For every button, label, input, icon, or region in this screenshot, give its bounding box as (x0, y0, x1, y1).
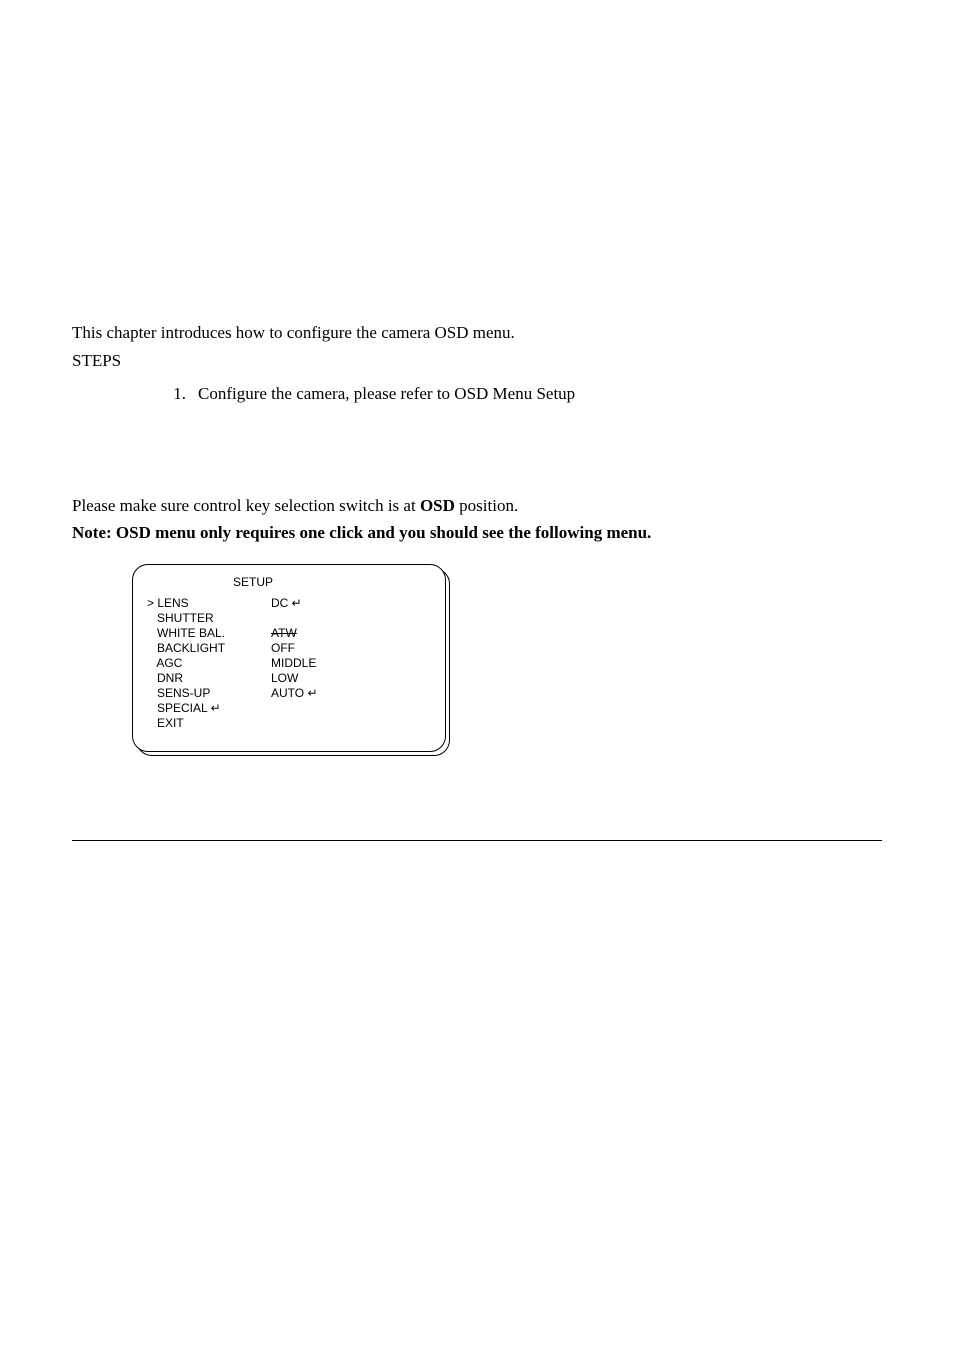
osd-left: SENS-UP (147, 686, 271, 701)
osd-right: OFF (271, 641, 295, 656)
intro-text: This chapter introduces how to configure… (72, 320, 882, 346)
divider (72, 840, 882, 841)
osd-right: LOW (271, 671, 298, 686)
osd-left: AGC (147, 656, 271, 671)
osd-left: EXIT (147, 716, 271, 731)
osd-left: SHUTTER (147, 611, 271, 626)
osd-row: EXIT (147, 716, 431, 731)
osd-row: SPECIAL ↵ (147, 701, 431, 716)
list-number: 1. (160, 381, 186, 407)
osd-row: > LENSDC ↵ (147, 596, 431, 611)
osd-row: SHUTTER (147, 611, 431, 626)
osd-right: AUTO ↵ (271, 686, 318, 701)
osd-right: DC ↵ (271, 596, 302, 611)
osd-title: SETUP (233, 575, 431, 590)
para2-tail: position. (455, 496, 518, 515)
para2-lead: Please make sure control key selection s… (72, 496, 420, 515)
osd-panel: SETUP > LENSDC ↵ SHUTTER WHITE BAL.ATW B… (132, 564, 446, 752)
list-item: 1. Configure the camera, please refer to… (160, 381, 882, 407)
osd-right: MIDDLE (271, 656, 316, 671)
osd-left: BACKLIGHT (147, 641, 271, 656)
osd-left: SPECIAL ↵ (147, 701, 271, 716)
osd-row: BACKLIGHTOFF (147, 641, 431, 656)
osd-left: WHITE BAL. (147, 626, 271, 641)
paragraph-2: Please make sure control key selection s… (72, 493, 882, 519)
osd-row: SENS-UPAUTO ↵ (147, 686, 431, 701)
osd-row: WHITE BAL.ATW (147, 626, 431, 641)
list-text: Configure the camera, please refer to OS… (198, 381, 575, 407)
osd-left: DNR (147, 671, 271, 686)
osd-row: DNRLOW (147, 671, 431, 686)
osd-panel-wrap: SETUP > LENSDC ↵ SHUTTER WHITE BAL.ATW B… (132, 564, 450, 756)
osd-right: ATW (271, 626, 297, 641)
osd-left: > LENS (147, 596, 271, 611)
osd-row: AGCMIDDLE (147, 656, 431, 671)
steps-label: STEPS (72, 348, 882, 374)
para2-bold: OSD (420, 496, 455, 515)
note-text: Note: OSD menu only requires one click a… (72, 520, 882, 546)
